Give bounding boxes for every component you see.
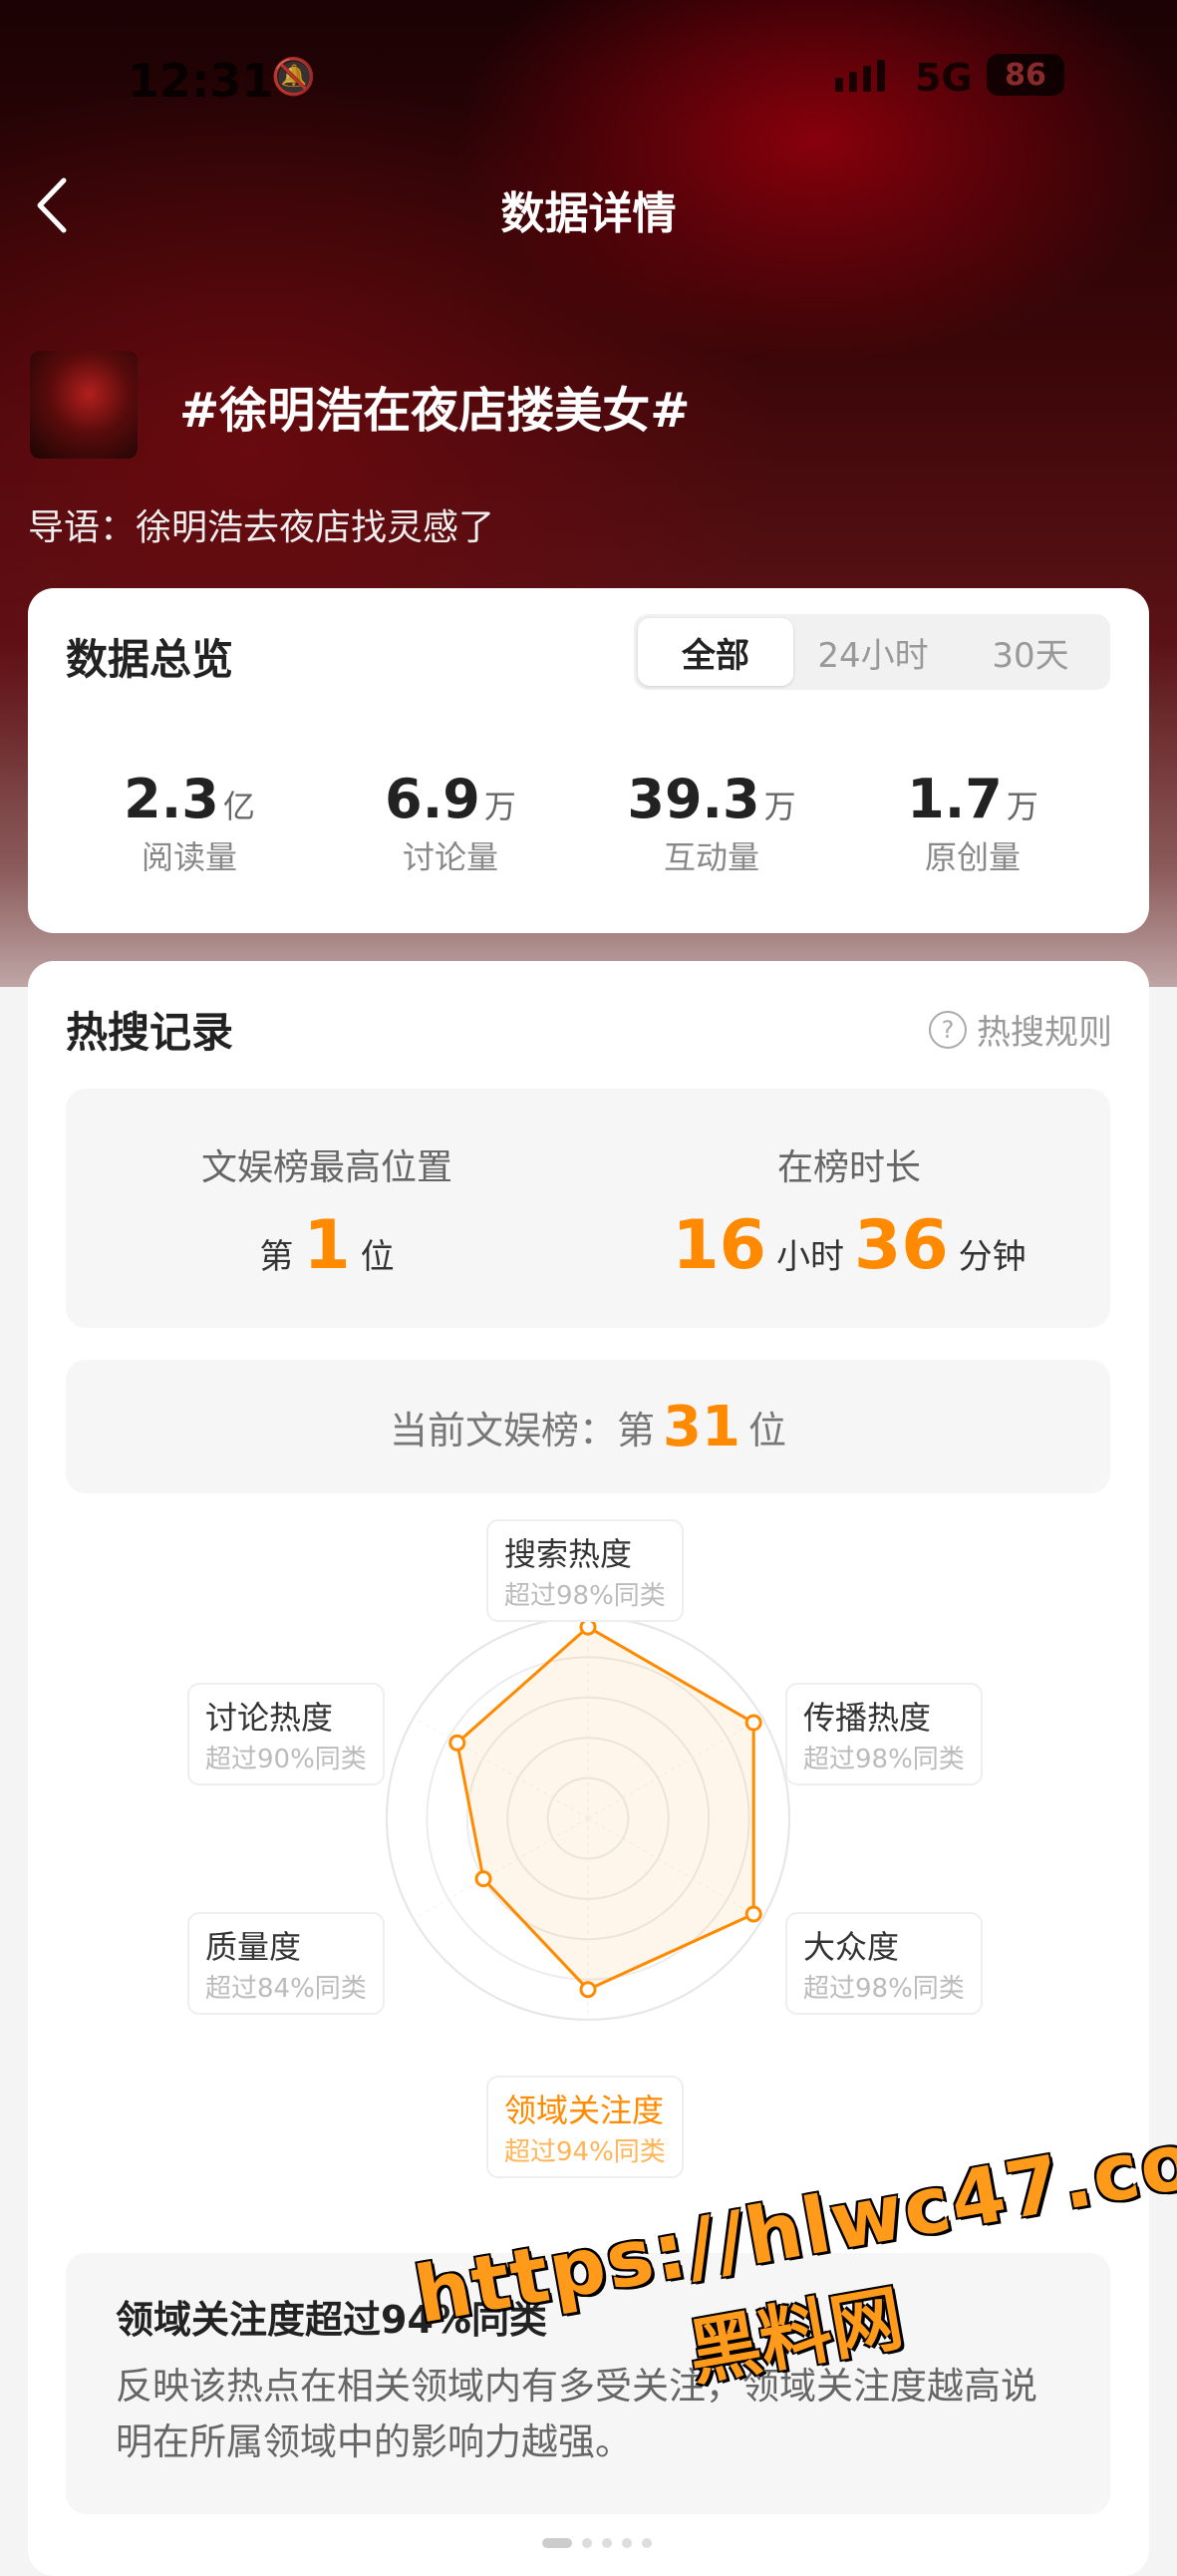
peak-suffix: 位 <box>360 1237 395 1277</box>
metric-value: 6.9 <box>385 768 480 830</box>
radar-tag-quality[interactable]: 质量度 超过84%同类 <box>187 1912 385 2015</box>
metric-value: 2.3 <box>124 768 219 830</box>
radar-chart: 搜索热度 超过98%同类 传播热度 超过98%同类 大众度 超过98%同类 领域… <box>28 1519 1149 2197</box>
metric-unit: 万 <box>763 788 796 825</box>
radar-data-point <box>579 1618 597 1636</box>
records-title: 热搜记录 <box>66 1008 234 1057</box>
radar-data-point <box>579 1981 597 1999</box>
metric-label: 阅读量 <box>141 838 237 876</box>
tab-24h[interactable]: 24小时 <box>793 614 953 690</box>
current-rank: 当前文娱榜：第 31 位 <box>66 1360 1110 1493</box>
metric-label: 互动量 <box>663 838 759 876</box>
radar-tag-note: 超过98%同类 <box>803 1745 965 1774</box>
peak-caption: 文娱榜最高位置 <box>200 1147 452 1188</box>
radar-tag-name: 讨论热度 <box>205 1699 334 1737</box>
overview-title: 数据总览 <box>66 635 234 684</box>
topic-thumbnail[interactable] <box>30 351 138 459</box>
page-dot[interactable] <box>622 2538 632 2548</box>
question-icon: ? <box>929 1010 967 1049</box>
page-dot-active[interactable] <box>542 2538 572 2548</box>
current-rank-text: 当前文娱榜：第 <box>390 1408 656 1452</box>
tab-30d[interactable]: 30天 <box>953 614 1108 690</box>
radar-tag-name: 搜索热度 <box>504 1535 633 1573</box>
duration-minutes: 36 <box>854 1206 949 1285</box>
duration-hours: 16 <box>672 1206 766 1285</box>
metric-interactions: 39.3 万 互动量 <box>582 768 841 878</box>
page-dot[interactable] <box>582 2538 592 2548</box>
metric-label: 讨论量 <box>402 838 498 876</box>
radar-tag-note: 超过94%同类 <box>504 2137 666 2167</box>
ranking-summary: 文娱榜最高位置 第 1 位 在榜时长 16 小时 36 分钟 <box>66 1089 1110 1328</box>
page-title: 数据详情 <box>500 188 677 239</box>
signal-icon <box>835 60 885 92</box>
page-dot[interactable] <box>642 2538 652 2548</box>
metric-value: 1.7 <box>907 768 1003 830</box>
explanation-text: 反映该热点在相关领域内有多受关注，领域关注度越高说明在所属领域中的影响力越强。 <box>116 2365 1037 2463</box>
rules-label: 热搜规则 <box>977 1013 1112 1053</box>
radar-data-point <box>744 1714 762 1732</box>
metric-originals: 1.7 万 原创量 <box>843 768 1102 878</box>
minutes-unit: 分钟 <box>958 1237 1027 1277</box>
metric-explanation: 领域关注度超过94%同类 反映该热点在相关领域内有多受关注，领域关注度越高说明在… <box>66 2253 1110 2514</box>
overview-card: 数据总览 全部 24小时 30天 2.3 亿 阅读量 6.9 万 讨论量 39.3 万… <box>28 588 1149 933</box>
radar-tag-note: 超过98%同类 <box>803 1974 965 2004</box>
network-type: 5G <box>915 56 973 100</box>
radar-data-point <box>744 1905 762 1923</box>
radar-tag-note: 超过90%同类 <box>205 1745 367 1774</box>
metric-unit: 亿 <box>222 788 255 825</box>
page-indicator <box>542 2538 652 2548</box>
page-dot[interactable] <box>602 2538 612 2548</box>
hot-search-records-card: 热搜记录 ? 热搜规则 文娱榜最高位置 第 1 位 在榜时长 16 小时 36 … <box>28 961 1149 2576</box>
peak-value: 1 <box>303 1206 351 1285</box>
topic-title: #徐明浩在夜店搂美女# <box>179 383 691 439</box>
radar-tag-note: 超过84%同类 <box>205 1974 367 2004</box>
metric-discussions: 6.9 万 讨论量 <box>321 768 580 878</box>
peak-prefix: 第 <box>259 1237 294 1277</box>
clock: 12:31 <box>128 54 274 108</box>
radar-tag-discussion-heat[interactable]: 讨论热度 超过90%同类 <box>187 1683 385 1785</box>
metric-value: 39.3 <box>627 768 760 830</box>
battery-icon: 86 <box>987 54 1064 96</box>
on-list-duration: 在榜时长 16 小时 36 分钟 <box>588 1089 1110 1328</box>
tab-all[interactable]: 全部 <box>638 618 793 686</box>
current-rank-suffix: 位 <box>747 1408 786 1452</box>
metric-unit: 万 <box>1006 788 1038 825</box>
radar-tag-name: 领域关注度 <box>504 2092 665 2129</box>
radar-tag-domain-attention[interactable]: 领域关注度 超过94%同类 <box>486 2076 684 2178</box>
radar-tag-name: 质量度 <box>205 1928 302 1966</box>
explanation-title: 领域关注度超过94%同类 <box>116 2298 547 2342</box>
radar-tag-popularity[interactable]: 大众度 超过98%同类 <box>785 1912 983 2015</box>
peak-position: 文娱榜最高位置 第 1 位 <box>66 1089 588 1328</box>
time-range-tabs: 全部 24小时 30天 <box>634 614 1110 690</box>
status-bar: 12:31 🔕 5G 86 <box>0 40 1177 120</box>
radar-tag-note: 超过98%同类 <box>504 1581 666 1611</box>
mute-bell-icon: 🔕 <box>271 57 316 98</box>
radar-data-point <box>474 1870 492 1888</box>
radar-tag-name: 传播热度 <box>803 1699 932 1737</box>
hours-unit: 小时 <box>776 1237 844 1277</box>
radar-data-point <box>448 1734 466 1752</box>
hot-search-rules-link[interactable]: ? 热搜规则 <box>929 1005 1112 1054</box>
metric-label: 原创量 <box>924 838 1021 876</box>
radar-tag-search-heat[interactable]: 搜索热度 超过98%同类 <box>486 1519 684 1622</box>
metric-unit: 万 <box>483 788 516 825</box>
duration-caption: 在榜时长 <box>776 1147 921 1188</box>
radar-tag-name: 大众度 <box>803 1928 900 1966</box>
topic-lead: 导语：徐明浩去夜店找灵感了 <box>28 507 495 548</box>
metric-reads: 2.3 亿 阅读量 <box>60 768 319 878</box>
current-rank-value: 31 <box>663 1394 740 1459</box>
radar-tag-spread-heat[interactable]: 传播热度 超过98%同类 <box>785 1683 983 1785</box>
